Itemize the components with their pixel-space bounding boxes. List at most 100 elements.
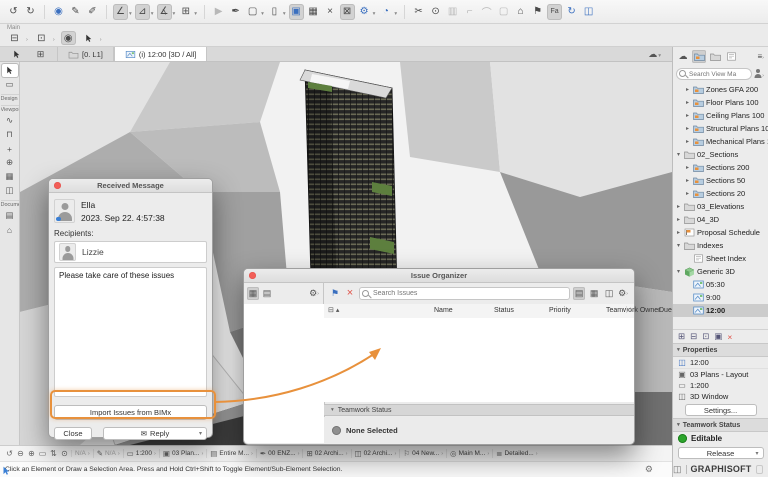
marquee-mode-icon[interactable]: ▢ <box>245 4 260 20</box>
delete-issue-icon[interactable]: × <box>344 287 356 300</box>
arc-tool-icon[interactable]: ⌒ <box>479 4 494 20</box>
elevation-tool[interactable]: ⊓ <box>2 128 18 141</box>
navigator-menu[interactable]: ≡ › <box>757 51 765 61</box>
organizer-titlebar[interactable]: Issue Organizer <box>244 269 634 283</box>
pen-set-option[interactable]: ✒00 ENZ...› <box>256 449 303 458</box>
quick-option-1[interactable]: N/A› <box>71 450 93 457</box>
release-button[interactable]: Release ▾ <box>678 447 764 459</box>
time-options-dropdown-icon[interactable]: ▾ <box>394 11 397 17</box>
tab-overview-icon[interactable]: ⊞ <box>33 48 48 60</box>
recipient-row[interactable]: Lizzie <box>54 241 207 263</box>
camera-view-icon[interactable]: ◫ <box>581 4 596 20</box>
annotation-pen-icon[interactable]: ✒ <box>228 4 243 20</box>
column-tool-icon[interactable]: ▥ <box>445 4 460 20</box>
selected-view-row[interactable]: ◫ 12:00 <box>673 357 768 369</box>
sync-settings-dropdown-icon[interactable]: ▾ <box>373 11 376 17</box>
highlight-dropdown-icon[interactable]: ▾ <box>283 11 286 17</box>
view-mode-grid-icon[interactable]: ▦ <box>588 287 600 300</box>
snap-points-toggle-dropdown-icon[interactable]: ▾ <box>173 11 176 17</box>
split-icon[interactable]: ✂ <box>411 4 426 20</box>
notification-option[interactable]: ⚐04 New...› <box>399 449 446 458</box>
cloud-dropdown-icon[interactable]: ▾ <box>658 53 661 59</box>
tree-item-generic-3d[interactable]: ▾Generic 3D <box>673 265 768 278</box>
tree-item-ceiling-plans-100[interactable]: ▸Ceiling Plans 100 <box>673 109 768 122</box>
tree-item-sections-50[interactable]: ▸Sections 50 <box>673 174 768 187</box>
grid-overlay-icon[interactable]: ⊠ <box>340 4 355 20</box>
time-options-icon[interactable]: ◔ <box>378 4 393 20</box>
tree-item-proposal-schedule[interactable]: ▸Proposal Schedule <box>673 226 768 239</box>
section-tool[interactable]: ∿ <box>2 114 18 127</box>
tree-item-9-00[interactable]: 9:00 <box>673 291 768 304</box>
model-view-option-chevron[interactable]: › <box>251 451 253 457</box>
close-button[interactable]: Close <box>54 427 92 440</box>
search-elements-icon[interactable]: ⊙ <box>428 4 443 20</box>
expander-icon[interactable]: ▸ <box>684 164 691 171</box>
properties-section-header[interactable]: ▾ Properties <box>673 343 768 357</box>
expander-icon[interactable]: ▸ <box>684 125 691 132</box>
flag-tool-icon[interactable]: ⚑ <box>530 4 545 20</box>
expander-icon[interactable]: ▸ <box>684 190 691 197</box>
roof-tool-icon[interactable]: ⌂ <box>513 4 528 20</box>
scale-option[interactable]: ▭1:200› <box>123 449 159 458</box>
issue-list-view-icon[interactable]: ▤ <box>261 287 273 300</box>
issue-grid-view-icon[interactable]: ▦ <box>247 287 259 300</box>
expander-icon[interactable]: ▸ <box>684 138 691 145</box>
orbit-view-icon[interactable]: ⇅ <box>48 449 59 458</box>
highlight-icon[interactable]: ▯ <box>267 4 282 20</box>
delete-icon[interactable]: × <box>727 332 732 342</box>
publisher-sets-icon[interactable] <box>724 50 738 63</box>
collapse-icon[interactable]: ▾ <box>331 407 334 413</box>
settings-gear-icon[interactable]: ⚙ <box>645 464 653 475</box>
view-tab-0[interactable]: [0. L1] <box>57 47 114 61</box>
quick-layers-icon[interactable]: ▣ <box>289 4 304 20</box>
issue-groups-panel[interactable] <box>244 304 325 443</box>
layout-book-icon[interactable] <box>708 50 722 63</box>
guide-lines-toggle-icon[interactable]: ∠ <box>113 4 128 20</box>
quick-option-2[interactable]: ✎N/A› <box>93 449 123 458</box>
group-settings[interactable]: ⚙ › <box>309 288 320 299</box>
reply-button[interactable]: ✉ Reply ▾ <box>103 427 207 440</box>
new-viewpoint-icon[interactable]: ⊟ <box>690 331 697 342</box>
tree-item-05-30[interactable]: 05:30 <box>673 278 768 291</box>
detail-level-option-chevron[interactable]: › <box>536 451 538 457</box>
arrow-tool[interactable] <box>2 64 18 77</box>
zoom-select-icon[interactable]: ⊙ <box>59 449 70 458</box>
redo-icon[interactable]: ↻ <box>23 4 38 20</box>
quick-option-1-chevron[interactable]: › <box>88 451 90 457</box>
pickup-parameters-icon[interactable]: ✎ <box>68 4 83 20</box>
release-dropdown-icon[interactable]: ▾ <box>755 450 758 457</box>
tree-item-02-sections[interactable]: ▾02_Sections <box>673 148 768 161</box>
tree-item-04-3d[interactable]: ▸04_3D <box>673 213 768 226</box>
graphic-override-option[interactable]: ⊞02 Archi...› <box>302 449 350 458</box>
save-current-view-icon[interactable]: ▣ <box>714 331 722 342</box>
detail-tool[interactable]: ⌂ <box>2 223 18 236</box>
favorites-icon[interactable]: Fa <box>547 4 562 20</box>
tree-item-12-00[interactable]: 12:00 <box>673 304 768 317</box>
fit-in-window-icon[interactable]: ▭ <box>37 449 48 458</box>
orbit-tool[interactable]: ⊕ <box>2 156 18 169</box>
teamwork-section-header[interactable]: ▾ Teamwork Status <box>673 418 768 432</box>
tree-item-floor-plans-100[interactable]: ▸Floor Plans 100 <box>673 96 768 109</box>
model-view-option[interactable]: ▤Entire M...› <box>206 449 256 458</box>
walk-tool[interactable]: + <box>2 142 18 155</box>
arrow-tool-chevron[interactable]: › <box>100 37 102 43</box>
corner-tool-icon[interactable]: ⌐ <box>462 4 477 20</box>
expander-icon[interactable]: ▸ <box>675 229 682 236</box>
guide-lines-toggle-dropdown-icon[interactable]: ▾ <box>129 11 132 17</box>
grid-snap-toggle-dropdown-icon[interactable]: ▾ <box>194 11 197 17</box>
view-map-icon[interactable] <box>692 50 706 63</box>
snap-points-toggle-icon[interactable]: ∡ <box>157 4 172 20</box>
expander-icon[interactable]: ▾ <box>675 151 682 158</box>
tree-item-sheet-index[interactable]: Sheet Index <box>673 252 768 265</box>
view-mode-rows-icon[interactable]: ▤ <box>573 287 585 300</box>
rendering-tool[interactable]: ▦ <box>2 170 18 183</box>
close-window-button[interactable] <box>54 182 61 189</box>
element-table-icon[interactable]: ▦ <box>306 4 321 20</box>
expander-icon[interactable]: ▸ <box>675 216 682 223</box>
scale-option-chevron[interactable]: › <box>154 451 156 457</box>
cloud-status[interactable]: ☁ ▾ <box>648 47 672 61</box>
new-view-icon[interactable]: ⊡ <box>34 31 49 45</box>
view-mode-panes-icon[interactable]: ◫ <box>603 287 615 300</box>
publisher-chevron[interactable]: › <box>26 37 28 43</box>
issue-settings[interactable]: ⚙ › <box>618 288 629 299</box>
